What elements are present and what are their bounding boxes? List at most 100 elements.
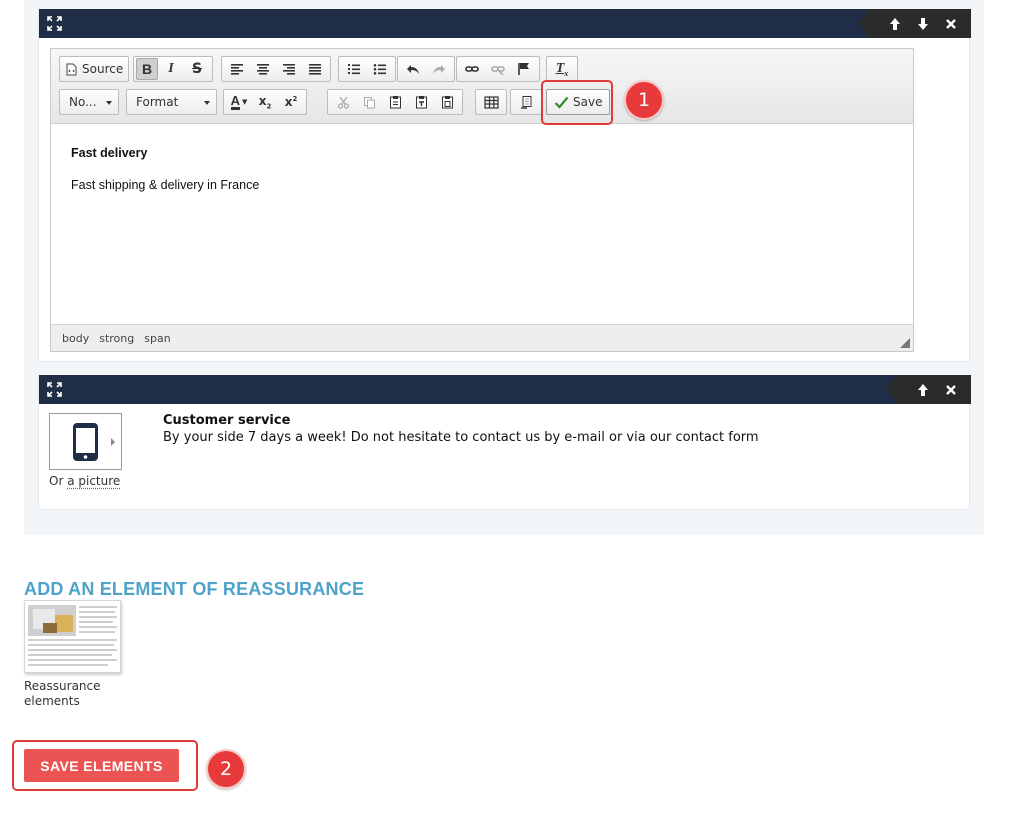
path-item-body[interactable]: body (62, 332, 89, 345)
paste-button[interactable] (382, 91, 408, 113)
scissors-icon (337, 96, 349, 109)
unlink-button[interactable] (485, 58, 511, 80)
arrow-up-icon (890, 17, 900, 30)
redo-button[interactable] (426, 58, 452, 80)
or-picture-text: Or a picture (49, 474, 120, 488)
link-button[interactable] (459, 58, 485, 80)
paste-icon (389, 96, 401, 109)
rich-text-editor: Source B I S Tx No... Format A ▼ x2 x2 S… (50, 48, 914, 352)
move-up-button[interactable] (909, 375, 937, 404)
toolbar-group-clipboard (327, 89, 463, 115)
toolbar-group-cleanup: Tx (546, 56, 578, 82)
format-combo[interactable]: Format (126, 89, 217, 115)
remove-button[interactable] (937, 375, 965, 404)
table-button[interactable] (478, 91, 504, 113)
path-item-span[interactable]: span (144, 332, 170, 345)
unlink-icon (491, 66, 505, 75)
styles-combo[interactable]: No... (59, 89, 119, 115)
annotation-badge-1: 1 (624, 80, 664, 120)
page: Source B I S Tx No... Format A ▼ x2 x2 S… (0, 0, 1014, 820)
editor-toolbar: Source B I S Tx No... Format A ▼ x2 x2 S… (51, 49, 913, 124)
toolbar-group-document: Source (59, 56, 130, 82)
move-down-button[interactable] (909, 9, 937, 38)
anchor-button[interactable] (511, 58, 537, 80)
path-item-strong[interactable]: strong (99, 332, 134, 345)
source-button[interactable]: Source (62, 58, 126, 80)
align-right-icon (283, 64, 295, 75)
strike-icon: S (191, 61, 203, 77)
expand-icon[interactable] (47, 16, 62, 31)
link-icon (465, 66, 479, 72)
block-actions (887, 375, 971, 404)
annotation-badge-2: 2 (206, 749, 246, 789)
align-center-button[interactable] (250, 58, 276, 80)
toolbar-group-color: A ▼ x2 x2 (223, 89, 307, 115)
strike-button[interactable]: S (184, 58, 210, 80)
show-blocks-icon (520, 96, 531, 109)
align-right-button[interactable] (276, 58, 302, 80)
toolbar-group-tools (510, 89, 542, 115)
paste-text-button[interactable] (408, 91, 434, 113)
callout-box-1 (541, 80, 613, 125)
expand-icon[interactable] (47, 382, 62, 397)
remove-button[interactable] (937, 9, 965, 38)
bulleted-list-icon (373, 64, 386, 75)
text-color-button[interactable]: A ▼ (226, 91, 252, 113)
editor-block: Source B I S Tx No... Format A ▼ x2 x2 S… (38, 9, 971, 362)
numbered-list-icon (348, 64, 360, 75)
styles-combo-value: No... (69, 95, 97, 109)
redo-icon (433, 65, 445, 74)
justify-button[interactable] (302, 58, 328, 80)
italic-button[interactable]: I (158, 58, 184, 80)
undo-button[interactable] (400, 58, 426, 80)
cut-button[interactable] (330, 91, 356, 113)
subscript-icon: x2 (258, 93, 272, 111)
bulleted-list-button[interactable] (367, 58, 393, 80)
bold-button[interactable]: B (136, 58, 158, 80)
justify-icon (309, 64, 321, 75)
reassurance-thumbnail[interactable] (24, 600, 121, 673)
show-blocks-button[interactable] (513, 91, 539, 113)
toolbar-group-links (456, 56, 540, 82)
service-title: Customer service (163, 413, 291, 428)
icon-picker[interactable] (49, 413, 122, 470)
subscript-button[interactable]: x2 (252, 91, 278, 113)
editor-content[interactable]: Fast delivery Fast shipping & delivery i… (51, 124, 913, 324)
content-text: Fast shipping & delivery in France (71, 178, 260, 192)
undo-icon (407, 65, 419, 74)
service-description: By your side 7 days a week! Do not hesit… (163, 430, 759, 445)
arrow-up-icon (918, 383, 928, 396)
copy-button[interactable] (356, 91, 382, 113)
editor-block-header (39, 9, 971, 38)
toolbar-group-table (475, 89, 507, 115)
paste-text-icon (415, 96, 427, 109)
toolbar-group-history (397, 56, 455, 82)
superscript-button[interactable]: x2 (278, 91, 304, 113)
align-left-button[interactable] (224, 58, 250, 80)
toolbar-group-basic: B I S (133, 56, 213, 82)
close-icon (946, 384, 956, 395)
paste-word-button[interactable] (434, 91, 460, 113)
table-icon (483, 95, 499, 109)
remove-format-button[interactable]: Tx (549, 58, 575, 80)
service-block: Or a picture Customer service By your si… (38, 375, 971, 510)
align-center-icon (257, 64, 269, 75)
reassurance-thumbnail-label: Reassurance elements (24, 679, 101, 708)
add-element-title: ADD AN ELEMENT OF REASSURANCE (24, 579, 365, 599)
chevron-down-icon: ▼ (242, 98, 248, 106)
picture-link[interactable]: a picture (67, 474, 120, 488)
element-path-bar: body strong span (51, 324, 913, 351)
arrow-down-icon (918, 17, 928, 30)
flag-icon (518, 63, 529, 75)
chevron-down-icon (204, 101, 210, 105)
align-left-icon (231, 64, 243, 75)
copy-icon (363, 96, 375, 108)
move-up-button[interactable] (881, 9, 909, 38)
superscript-icon: x2 (284, 95, 298, 109)
callout-box-2 (12, 740, 198, 791)
toolbar-group-align (221, 56, 331, 82)
block-actions (859, 9, 971, 38)
numbered-list-button[interactable] (341, 58, 367, 80)
or-label: Or (49, 474, 64, 488)
resize-grip-icon[interactable] (900, 338, 910, 348)
